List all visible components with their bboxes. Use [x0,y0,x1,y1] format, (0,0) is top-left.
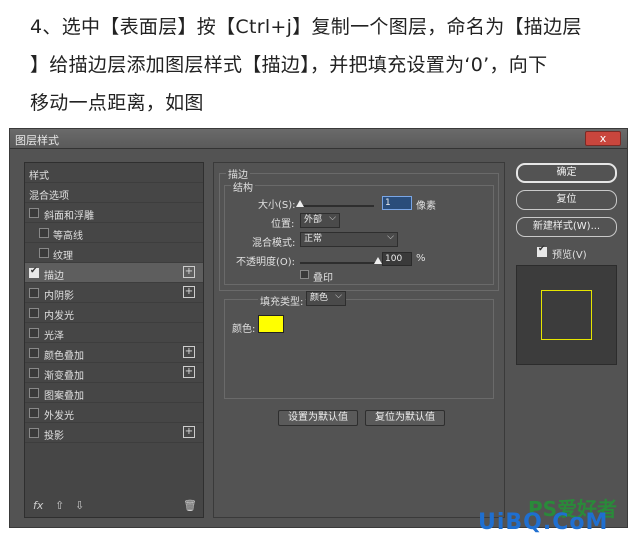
style-item-inner-glow[interactable]: 内发光 [25,303,203,323]
style-item-label: 纹理 [53,251,73,262]
blend-options-label: 混合选项 [29,191,69,202]
style-item-label: 斜面和浮雕 [44,211,94,222]
style-item-inner-shadow[interactable]: 内阴影 + [25,283,203,303]
style-item-bevel-emboss[interactable]: 斜面和浮雕 [25,203,203,223]
style-checkbox[interactable] [39,228,49,238]
style-item-outer-glow[interactable]: 外发光 [25,403,203,423]
style-checkbox[interactable] [29,308,39,318]
size-label: 大小(S): [258,200,296,211]
styles-header[interactable]: 样式 [25,163,203,183]
blend-mode-select[interactable]: 正常 [300,231,398,247]
opacity-unit: % [416,253,426,264]
structure-group-title: 结构 [231,179,255,194]
style-item-drop-shadow[interactable]: 投影 + [25,423,203,443]
size-slider-track[interactable] [300,205,374,207]
styles-header-label: 样式 [29,171,49,182]
blend-mode-label: 混合模式: [252,238,296,249]
style-item-label: 光泽 [44,331,64,342]
style-item-label: 描边 [44,271,64,282]
style-checkbox[interactable] [29,428,39,438]
dialog-titlebar: 图层样式 x [10,129,627,149]
style-checkbox[interactable] [29,368,39,378]
watermark-site: UiBQ.CoM [478,510,609,535]
opacity-slider-track[interactable] [300,262,378,264]
style-item-label: 颜色叠加 [44,351,84,362]
size-input[interactable]: 1 [382,196,412,210]
opacity-label: 不透明度(O): [236,257,296,268]
style-item-label: 投影 [44,431,64,442]
layer-style-dialog: 图层样式 x 样式 混合选项 斜面和浮雕 等高线 纹理 描边 + 内阴影 + 内发光… [9,128,628,528]
style-item-label: 渐变叠加 [44,371,84,382]
size-unit: 像素 [416,201,436,212]
intro-line-3: 移动一点距离，如图 [30,92,204,114]
style-item-label: 内阴影 [44,291,74,302]
preview-checkbox[interactable] [537,244,547,257]
add-style-button[interactable]: + [183,286,195,298]
style-item-texture[interactable]: 纹理 [25,243,203,263]
close-button[interactable]: x [585,131,621,146]
blend-options-item[interactable]: 混合选项 [25,183,203,203]
style-item-stroke[interactable]: 描边 + [25,263,203,283]
stroke-settings-panel: 描边 结构 大小(S): 1 像素 位置: 外部 混合模式: 正常 不透明度(O… [213,162,505,518]
style-item-gradient-overlay[interactable]: 渐变叠加 + [25,363,203,383]
intro-line-1: 4、选中【表面层】按【Ctrl+j】复制一个图层，命名为【描边层 [30,16,582,38]
preview-stroke-square [541,290,592,340]
preview-label: 预览(V) [552,250,587,261]
style-checkbox[interactable] [29,348,39,358]
position-label: 位置: [271,219,295,230]
set-default-button[interactable]: 设置为默认值 [278,410,358,426]
style-checkbox[interactable] [29,388,39,398]
color-swatch[interactable] [258,315,284,333]
overprint-label: 叠印 [313,273,333,284]
trash-icon[interactable]: 🗑 [183,499,197,512]
add-style-button[interactable]: + [183,366,195,378]
style-item-label: 图案叠加 [44,391,84,402]
styles-list: 样式 混合选项 斜面和浮雕 等高线 纹理 描边 + 内阴影 + 内发光 光泽 颜色叠… [24,162,204,518]
fill-type-label: 填充类型: [258,293,306,308]
style-checkbox[interactable] [29,266,39,278]
intro-line-2: 】给描边层添加图层样式【描边】，并把填充设置为‘0’，向下 [30,54,548,76]
opacity-slider-thumb[interactable] [374,257,382,264]
style-checkbox[interactable] [39,248,49,258]
size-slider-thumb[interactable] [296,200,304,207]
intro-text: 4、选中【表面层】按【Ctrl+j】复制一个图层，命名为【描边层 】给描边层添加… [30,8,620,122]
color-label: 颜色: [232,324,256,335]
fill-type-select[interactable]: 颜色 [306,290,346,306]
style-item-label: 外发光 [44,411,74,422]
style-checkbox[interactable] [29,328,39,338]
add-style-button[interactable]: + [183,426,195,438]
style-item-color-overlay[interactable]: 颜色叠加 + [25,343,203,363]
add-style-button[interactable]: + [183,346,195,358]
style-checkbox[interactable] [29,408,39,418]
add-style-button[interactable]: + [183,266,195,278]
move-up-icon[interactable]: ⇧ [55,499,64,512]
styles-toolbar: fx ⇧ ⇩ 🗑 [25,495,203,517]
overprint-checkbox[interactable] [300,270,309,279]
dialog-title: 图层样式 [15,134,59,147]
style-item-satin[interactable]: 光泽 [25,323,203,343]
style-item-contour[interactable]: 等高线 [25,223,203,243]
style-item-label: 等高线 [53,231,83,242]
style-checkbox[interactable] [29,208,39,218]
style-item-pattern-overlay[interactable]: 图案叠加 [25,383,203,403]
move-down-icon[interactable]: ⇩ [75,499,84,512]
opacity-input[interactable]: 100 [382,252,412,266]
preview-thumbnail [516,265,617,365]
ok-button[interactable]: 确定 [516,163,617,183]
reset-button[interactable]: 复位 [516,190,617,210]
fill-group [224,299,494,399]
reset-default-button[interactable]: 复位为默认值 [365,410,445,426]
position-select[interactable]: 外部 [300,212,340,228]
style-checkbox[interactable] [29,288,39,298]
style-item-label: 内发光 [44,311,74,322]
new-style-button[interactable]: 新建样式(W)... [516,217,617,237]
fx-button[interactable]: fx [33,499,43,512]
